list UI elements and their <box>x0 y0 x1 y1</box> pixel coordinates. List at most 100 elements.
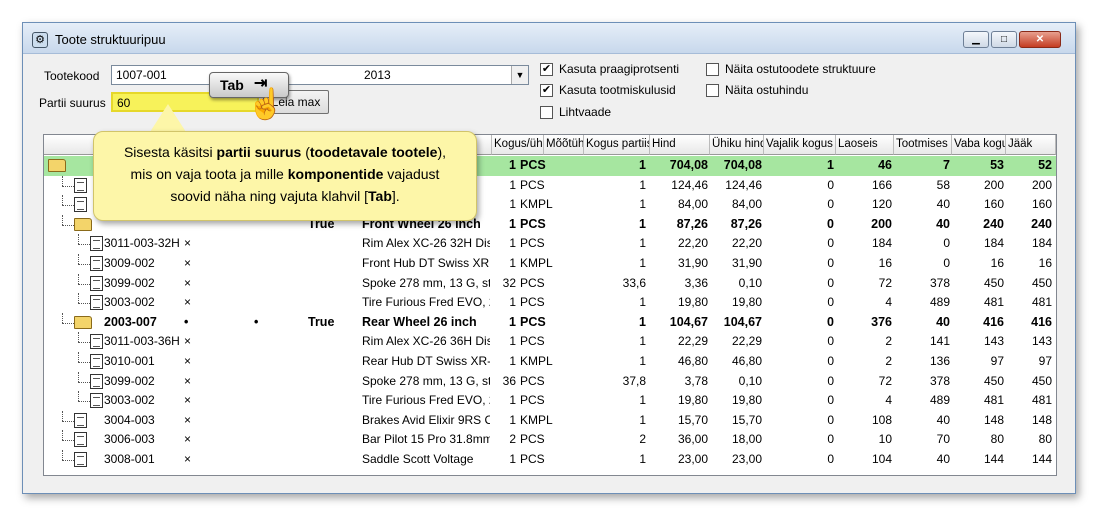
cell-qty: 1 <box>509 412 516 427</box>
cell-batch: 1 <box>639 236 646 251</box>
cell-qty: 1 <box>509 256 516 270</box>
document-icon <box>90 393 103 409</box>
tree-connector <box>78 264 90 265</box>
tree-connector <box>78 234 79 245</box>
checkbox-box[interactable] <box>706 62 719 76</box>
checkbox-scrap-percent[interactable]: ✔ Kasuta praagiprotsenti <box>540 62 679 76</box>
column-header[interactable]: Kogus/üh <box>492 135 544 155</box>
table-row[interactable]: 3008-001 × Saddle Scott Voltage 1 PCS 1 23,00 2… <box>44 450 1056 470</box>
cell-flag: × <box>184 432 192 447</box>
table-row[interactable]: 3003-002 × Tire Furious Fred EVO, 2 1 PCS 1 19… <box>44 391 1056 411</box>
tree-connector <box>62 185 74 187</box>
cell-price: 124,46 <box>671 177 708 192</box>
minimize-button[interactable]: ▁ <box>963 31 989 48</box>
cell-flag: × <box>184 256 192 270</box>
cell-stock: 16 <box>878 256 892 270</box>
cell-rest: 450 <box>1031 275 1052 290</box>
close-button[interactable]: ✕ <box>1019 31 1061 48</box>
column-header[interactable]: Vaba kogus <box>952 135 1006 155</box>
checkbox-box[interactable] <box>706 83 719 97</box>
checkbox-box[interactable]: ✔ <box>540 83 553 97</box>
cell-qty: 1 <box>509 354 516 368</box>
column-header[interactable]: Tootmises <box>894 135 952 155</box>
cell-code: 3099-002 <box>104 275 155 290</box>
cell-prod: 40 <box>936 314 950 329</box>
column-header[interactable]: Laoseis <box>836 135 894 155</box>
cell-qty: 1 <box>509 314 516 329</box>
cell-qty: 1 <box>509 158 516 172</box>
cell-rest: 160 <box>1031 197 1052 212</box>
checkbox-box[interactable] <box>540 105 553 119</box>
checkbox-purchase-structures[interactable]: Näita ostutoodete struktuure <box>706 62 876 76</box>
column-header[interactable]: Hind <box>650 135 710 155</box>
column-header[interactable]: Jääk <box>1006 135 1056 155</box>
cell-code: 3008-001 <box>104 452 155 466</box>
table-row[interactable]: 3004-003 × Brakes Avid Elixir 9RS C 1 KMPL 1 1… <box>44 410 1056 431</box>
cell-need: 0 <box>827 373 834 388</box>
checkbox-label: Kasuta praagiprotsenti <box>559 62 680 76</box>
cell-free: 450 <box>983 275 1004 290</box>
checkbox-label: Näita ostutoodete struktuure <box>725 62 876 76</box>
chevron-down-icon[interactable]: ▼ <box>511 66 528 84</box>
tree-connector <box>78 401 90 403</box>
checkbox-production-costs[interactable]: ✔ Kasuta tootmiskulusid <box>540 83 676 97</box>
cell-need: 0 <box>827 256 834 270</box>
table-row[interactable]: 3099-002 × Spoke 278 mm, 13 G, sta 36 PCS 37,… <box>44 371 1056 392</box>
cell-flag: × <box>184 393 192 408</box>
cell-qty: 1 <box>509 295 516 310</box>
column-header[interactable]: Mõõtüh <box>544 135 584 155</box>
cell-qty: 1 <box>509 197 516 212</box>
cell-price: 84,00 <box>677 197 708 212</box>
cell-price: 15,70 <box>677 412 708 427</box>
checkbox-simple-view[interactable]: Lihtvaade <box>540 105 611 119</box>
cell-price: 104,67 <box>669 314 708 329</box>
product-structure-window: ⚙ Toote struktuuripuu ▁ □ ✕ Tootekood 10… <box>22 22 1076 494</box>
column-header[interactable]: Ühiku hind <box>710 135 764 155</box>
table-row[interactable]: 3003-002 × Tire Furious Fred EVO, 2 1 PCS 1 19… <box>44 293 1056 313</box>
cell-batch: 37,8 <box>622 373 646 388</box>
cell-price: 46,80 <box>677 354 708 368</box>
document-icon <box>74 177 87 193</box>
checkbox-box[interactable]: ✔ <box>540 62 553 76</box>
column-header[interactable]: Vajalik kogus <box>764 135 836 155</box>
maximize-button[interactable]: □ <box>991 31 1017 48</box>
tree-connector <box>62 205 74 207</box>
cell-name: Spoke 278 mm, 13 G, sta <box>362 275 490 290</box>
cell-need: 0 <box>827 177 834 192</box>
cell-unit-price: 19,80 <box>731 393 762 408</box>
cell-free: 53 <box>990 158 1004 172</box>
tree-connector <box>78 381 90 383</box>
tree-connector <box>78 371 79 382</box>
cell-price: 87,26 <box>676 216 708 231</box>
checkbox-label: Kasuta tootmiskulusid <box>559 83 676 97</box>
tree-connector <box>78 303 90 305</box>
cell-flag: × <box>184 452 192 466</box>
cell-unit: PCS <box>520 177 545 192</box>
cell-stock: 184 <box>871 236 892 251</box>
tree-connector <box>62 175 63 186</box>
cell-unit: PCS <box>520 452 545 466</box>
cell-code: 3009-002 <box>104 256 155 270</box>
tree-connector <box>78 391 79 402</box>
table-row[interactable]: 2003-007 • • True Rear Wheel 26 inch 1 PCS 1 104… <box>44 312 1056 333</box>
checkbox-purchase-prices[interactable]: Näita ostuhindu <box>706 83 808 97</box>
cell-need: 0 <box>827 452 834 466</box>
cell-code: 3011-003-36H <box>104 334 180 349</box>
table-row[interactable]: 3010-001 × Rear Hub DT Swiss XR-I 1 KMPL 1 46,… <box>44 352 1056 372</box>
cell-free: 148 <box>983 412 1004 427</box>
cell-prod: 40 <box>936 452 950 466</box>
cell-stock: 376 <box>871 314 892 329</box>
product-code-combo[interactable]: 1007-001 2013 ▼ <box>111 65 529 85</box>
cell-free: 240 <box>983 216 1004 231</box>
table-row[interactable]: 3011-003-36H × Rim Alex XC-26 36H Disc 1 PCS… <box>44 332 1056 352</box>
table-row[interactable]: 3011-003-32H × Rim Alex XC-26 32H Disc 1 PCS… <box>44 234 1056 254</box>
cell-flag: • <box>184 314 189 329</box>
column-header[interactable]: Kogus partiis <box>584 135 650 155</box>
table-row[interactable]: 3009-002 × Front Hub DT Swiss XR 1 KMPL 1 31,9… <box>44 254 1056 274</box>
cell-unit: KMPL <box>520 197 553 212</box>
cell-name: Rim Alex XC-26 32H Disc <box>362 236 490 251</box>
table-row[interactable]: 3006-003 × Bar Pilot 15 Pro 31.8mm 2 PCS 2 36,… <box>44 430 1056 450</box>
table-row[interactable]: 3099-002 × Spoke 278 mm, 13 G, sta 32 PCS 33,… <box>44 273 1056 294</box>
cell-need: 0 <box>827 314 834 329</box>
cell-need: 0 <box>827 412 834 427</box>
